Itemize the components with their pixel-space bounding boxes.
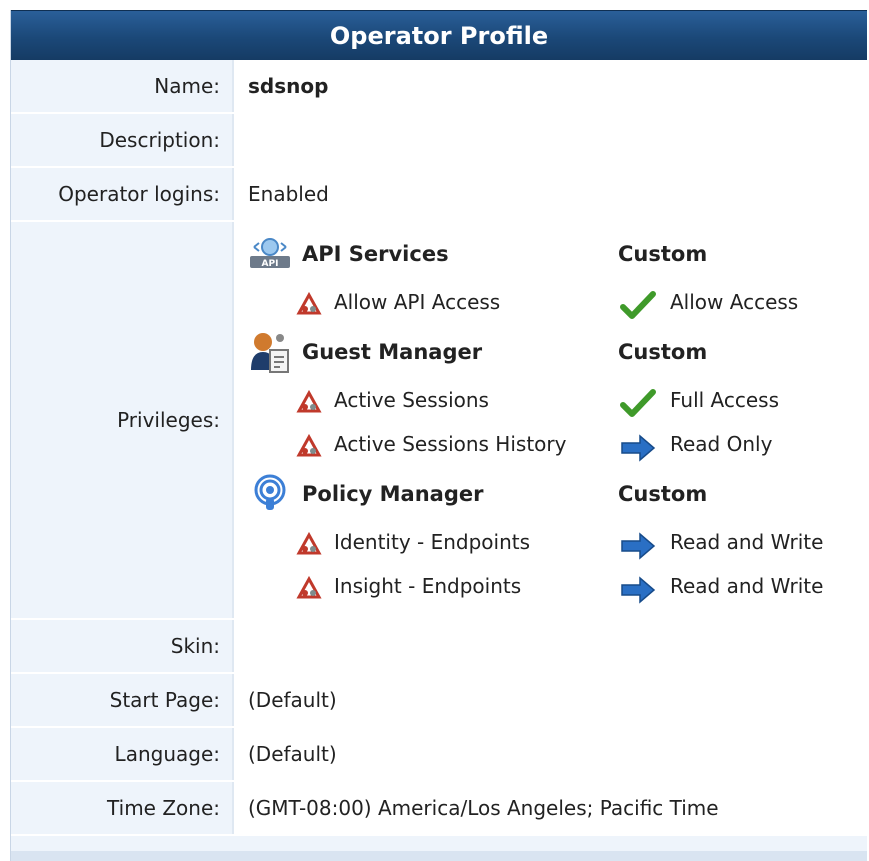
active-sessions-history-label: Active Sessions History <box>334 432 567 456</box>
guest-manager-title: Guest Manager <box>302 340 483 364</box>
allow-access-value: Allow Access <box>670 290 799 314</box>
row-time-zone: Time Zone: (GMT-08:00) America/Los Angel… <box>11 782 867 836</box>
checkmark-icon <box>620 289 656 326</box>
skin-value <box>232 620 867 672</box>
policy-manager-title: Policy Manager <box>302 482 484 506</box>
active-sessions-label: Active Sessions <box>334 388 489 412</box>
identity-endpoints-label: Identity - Endpoints <box>334 530 531 554</box>
panel-footer <box>11 851 867 861</box>
insight-endpoints-access: Read and Write <box>670 574 824 598</box>
allow-api-access-label: Allow API Access <box>334 290 501 314</box>
time-zone-value: (GMT-08:00) America/Los Angeles; Pacific… <box>232 782 867 834</box>
arrow-right-icon <box>620 434 656 467</box>
name-label: Name: <box>11 60 230 112</box>
privilege-triangle-icon <box>296 389 322 419</box>
privilege-triangle-icon <box>296 575 322 605</box>
insight-endpoints-label: Insight - Endpoints <box>334 574 522 598</box>
privilege-triangle-icon <box>296 291 322 321</box>
full-access-value: Full Access <box>670 388 780 412</box>
privileges-value: API API Services Custom Allow API Access… <box>232 222 867 618</box>
time-zone-label: Time Zone: <box>11 782 230 834</box>
privilege-triangle-icon <box>296 531 322 561</box>
panel-title: Operator Profile <box>11 10 867 60</box>
api-icon: API <box>248 236 292 275</box>
language-value: (Default) <box>232 728 867 780</box>
checkmark-icon <box>620 387 656 424</box>
description-label: Description: <box>11 114 230 166</box>
privilege-triangle-icon <box>296 433 322 463</box>
svg-text:API: API <box>262 259 279 269</box>
guest-manager-level: Custom <box>618 340 708 364</box>
arrow-right-icon <box>620 532 656 565</box>
operator-logins-value: Enabled <box>232 168 867 220</box>
row-start-page: Start Page: (Default) <box>11 674 867 728</box>
privileges-label: Privileges: <box>11 222 230 618</box>
skin-label: Skin: <box>11 620 230 672</box>
row-privileges: Privileges: API API Services Custom Allo… <box>11 222 867 620</box>
row-language: Language: (Default) <box>11 728 867 782</box>
row-name: Name: sdsnop <box>11 60 867 114</box>
row-skin: Skin: <box>11 620 867 674</box>
api-services-title: API Services <box>302 242 449 266</box>
row-description: Description: <box>11 114 867 168</box>
policy-manager-level: Custom <box>618 482 708 506</box>
policy-manager-icon <box>250 474 290 519</box>
identity-endpoints-access: Read and Write <box>670 530 824 554</box>
name-value: sdsnop <box>232 60 867 112</box>
start-page-label: Start Page: <box>11 674 230 726</box>
guest-manager-icon <box>248 330 292 379</box>
description-value <box>232 114 867 166</box>
language-label: Language: <box>11 728 230 780</box>
read-only-value: Read Only <box>670 432 773 456</box>
arrow-right-icon <box>620 576 656 609</box>
start-page-value: (Default) <box>232 674 867 726</box>
operator-logins-label: Operator logins: <box>11 168 230 220</box>
row-operator-logins: Operator logins: Enabled <box>11 168 867 222</box>
operator-profile-panel: Operator Profile Name: sdsnop Descriptio… <box>10 10 867 861</box>
api-services-level: Custom <box>618 242 708 266</box>
